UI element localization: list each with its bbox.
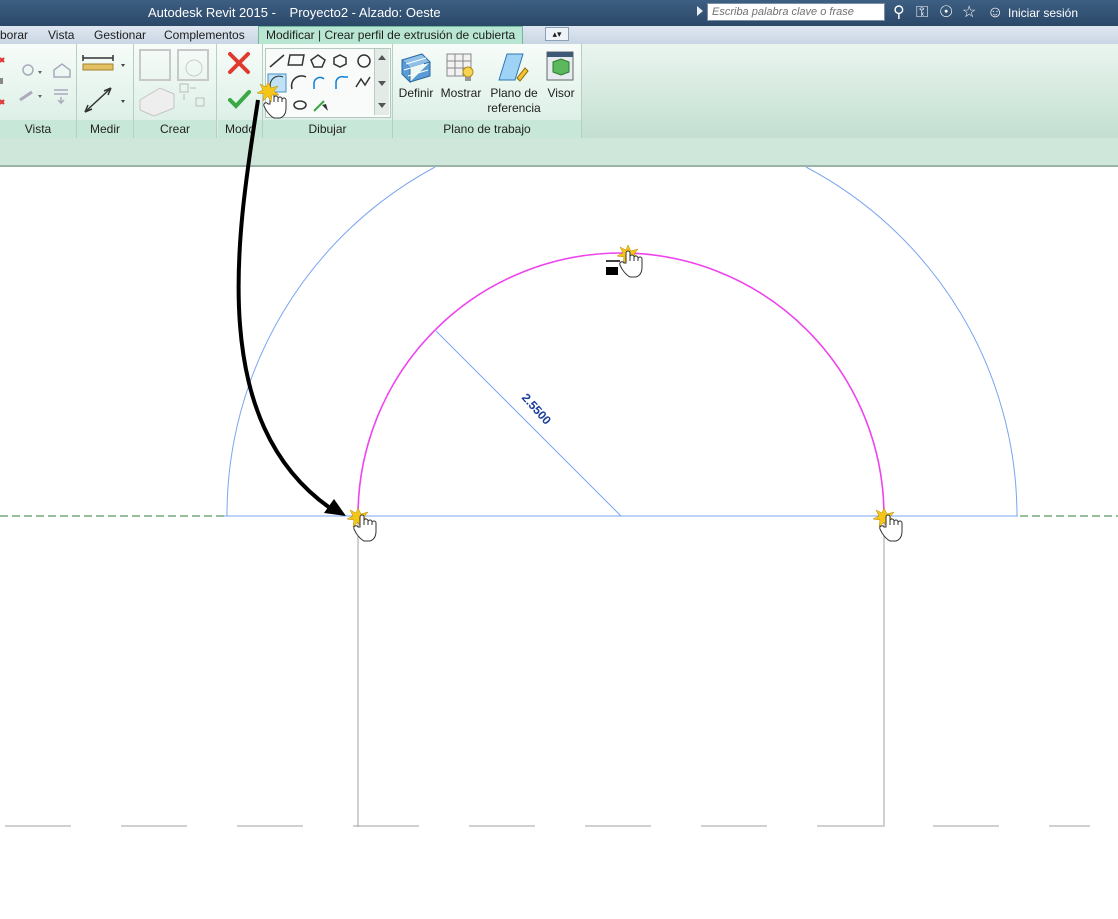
pick-lines-tool-icon[interactable] <box>313 100 328 112</box>
app-title: Autodesk Revit 2015 - <box>148 5 276 20</box>
search-input[interactable]: Escriba palabra clave o frase <box>707 3 885 21</box>
radius-dimension-line <box>435 330 622 517</box>
fillet-arc-tool-icon[interactable] <box>335 75 348 89</box>
spline-tool-icon[interactable] <box>355 76 371 88</box>
gallery-expand-icon[interactable] <box>378 103 386 108</box>
cancel-edit-mode-icon[interactable] <box>228 52 250 74</box>
offset-arc-right <box>805 167 1018 517</box>
finish-edit-mode-icon[interactable] <box>228 90 251 109</box>
options-bar <box>0 138 1118 167</box>
signin-button[interactable]: Iniciar sesión <box>1008 6 1078 20</box>
scroll-down-icon[interactable] <box>378 81 386 86</box>
visor-button[interactable]: Visor <box>543 86 579 101</box>
title-bar: Autodesk Revit 2015 - Proyecto2 - Alzado… <box>0 0 1118 26</box>
project-title: Proyecto2 - Alzado: Oeste <box>289 5 441 20</box>
ribbon: Vista Medir Crear Modo Dibujar Definir M… <box>0 44 1118 139</box>
ellipse-tool-icon[interactable] <box>293 100 307 110</box>
mostrar-button[interactable]: Mostrar <box>437 86 485 101</box>
ribbon-tabs: borar Vista Gestionar Complementos Modif… <box>0 26 1118 45</box>
center-ends-arc-tool-icon[interactable] <box>290 75 307 90</box>
tab-vista[interactable]: Vista <box>48 28 74 42</box>
polygon-tool-icon[interactable] <box>310 54 326 68</box>
ribbon-minimize-icon[interactable]: ▴▾ <box>545 27 569 41</box>
tab-colaborar[interactable]: borar <box>0 28 28 42</box>
panel-modo: Modo <box>218 44 263 138</box>
panel-plano-de-trabajo: Definir Mostrar Plano de referencia Viso… <box>393 44 582 138</box>
mode-buttons-group <box>228 52 251 109</box>
scroll-up-icon[interactable] <box>378 55 386 60</box>
draw-tools-gallery <box>265 48 391 118</box>
window-title: Autodesk Revit 2015 - Proyecto2 - Alzado… <box>148 5 451 20</box>
set-workplane-icon[interactable] <box>401 53 431 84</box>
binoculars-icon[interactable]: ⚲ <box>893 4 905 22</box>
tab-modificar-crear-perfil[interactable]: Modificar | Crear perfil de extrusión de… <box>258 26 524 44</box>
show-workplane-icon[interactable] <box>446 53 474 81</box>
user-icon[interactable]: ☺ <box>987 4 1003 22</box>
vista-tools-icon[interactable] <box>0 44 76 120</box>
star-icon[interactable]: ☆ <box>962 4 976 22</box>
panel-vista: Vista <box>0 44 77 138</box>
plano-referencia-button[interactable]: Plano de referencia <box>485 86 543 116</box>
sketch-arc[interactable] <box>357 252 885 517</box>
inscribed-polygon-tool-icon[interactable] <box>333 54 347 68</box>
panel-crear: Crear <box>134 44 217 138</box>
tab-gestionar[interactable]: Gestionar <box>94 28 146 42</box>
workplane-viewer-icon[interactable] <box>546 51 574 81</box>
draw-gallery-scrollbar[interactable] <box>374 49 389 115</box>
rectangle-tool-icon[interactable] <box>287 54 305 66</box>
key-icon[interactable]: ⚿ <box>916 4 928 22</box>
start-end-radius-arc-tool-icon[interactable] <box>267 73 287 93</box>
measure-icon[interactable] <box>77 44 133 120</box>
cursor-snap-icon <box>606 267 618 275</box>
panel-label-modo: Modo <box>218 120 262 138</box>
create-tools-icon[interactable] <box>134 44 216 120</box>
tab-complementos[interactable]: Complementos <box>164 28 245 42</box>
panel-label-crear: Crear <box>134 120 216 138</box>
panel-label-medir: Medir <box>77 120 133 138</box>
panel-label-dibujar: Dibujar <box>263 120 392 138</box>
search-expand-arrow-icon[interactable] <box>697 6 703 16</box>
drawing-svg <box>0 167 1118 827</box>
draw-tools-icons <box>267 54 371 112</box>
panel-label-plano: Plano de trabajo <box>393 120 581 138</box>
offset-arc-left <box>226 167 436 517</box>
definir-button[interactable]: Definir <box>395 86 437 101</box>
satellite-icon[interactable]: ☉ <box>939 4 953 22</box>
tangent-arc-tool-icon[interactable] <box>313 76 325 89</box>
reference-plane-icon[interactable] <box>498 53 529 82</box>
panel-label-vista: Vista <box>0 120 76 138</box>
panel-medir: Medir <box>77 44 134 138</box>
drawing-canvas[interactable]: 2.5500 <box>0 167 1118 919</box>
line-tool-icon[interactable] <box>269 54 285 68</box>
ribbon-empty-area <box>582 44 1118 138</box>
circle-tool-icon[interactable] <box>357 54 371 68</box>
